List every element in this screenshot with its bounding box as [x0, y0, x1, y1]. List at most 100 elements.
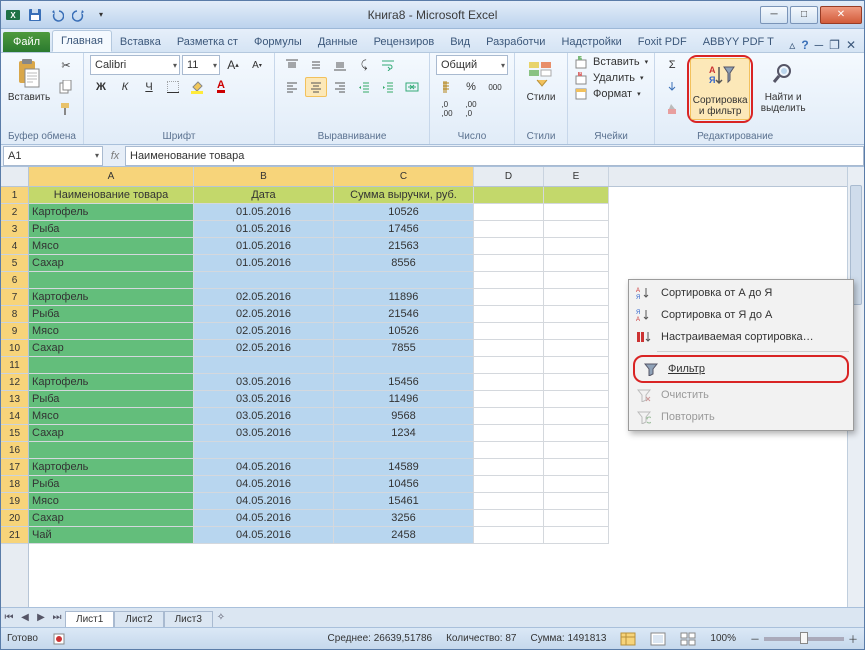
font-size-combo[interactable]: 11: [182, 55, 220, 75]
decrease-decimal-icon[interactable]: ,00,0: [460, 99, 482, 119]
cell[interactable]: 04.05.2016: [194, 459, 334, 476]
minimize-button[interactable]: ─: [760, 6, 788, 24]
cell[interactable]: [544, 408, 609, 425]
cell[interactable]: 02.05.2016: [194, 289, 334, 306]
cell[interactable]: [194, 442, 334, 459]
header-cell[interactable]: Дата: [194, 187, 334, 204]
tab-foxit[interactable]: Foxit PDF: [630, 32, 695, 52]
cell[interactable]: 11896: [334, 289, 474, 306]
align-right-icon[interactable]: [329, 77, 351, 97]
cell[interactable]: [544, 374, 609, 391]
cell[interactable]: [474, 442, 544, 459]
formula-input[interactable]: Наименование товара: [125, 146, 864, 166]
cell[interactable]: 03.05.2016: [194, 374, 334, 391]
cell[interactable]: [474, 391, 544, 408]
cell[interactable]: Чай: [29, 527, 194, 544]
copy-icon[interactable]: [55, 77, 77, 97]
header-cell[interactable]: Наименование товара: [29, 187, 194, 204]
cell[interactable]: Картофель: [29, 204, 194, 221]
cell[interactable]: [544, 510, 609, 527]
tab-pagelayout[interactable]: Разметка ст: [169, 32, 246, 52]
cell[interactable]: [29, 357, 194, 374]
font-color-icon[interactable]: A: [210, 77, 232, 97]
cell[interactable]: [544, 340, 609, 357]
cell[interactable]: [474, 459, 544, 476]
tab-review[interactable]: Рецензиров: [366, 32, 443, 52]
cell[interactable]: Мясо: [29, 408, 194, 425]
cells-format-button[interactable]: Формат▾: [574, 87, 641, 101]
macro-record-icon[interactable]: [52, 632, 66, 646]
tab-nav-last[interactable]: ⏭: [49, 612, 65, 623]
col-A[interactable]: A: [29, 167, 194, 186]
cell[interactable]: [474, 357, 544, 374]
cell[interactable]: Мясо: [29, 493, 194, 510]
increase-indent-icon[interactable]: [377, 77, 399, 97]
orientation-icon[interactable]: ⤹: [353, 55, 375, 75]
row-header[interactable]: 17: [1, 459, 28, 476]
row-header[interactable]: 3: [1, 221, 28, 238]
undo-icon[interactable]: [47, 5, 67, 25]
number-format-combo[interactable]: Общий: [436, 55, 508, 75]
sheet-tab-2[interactable]: Лист2: [114, 611, 163, 627]
decrease-indent-icon[interactable]: [353, 77, 375, 97]
cell[interactable]: [334, 357, 474, 374]
menu-sort-az[interactable]: АЯ Сортировка от А до Я: [629, 282, 853, 304]
cell[interactable]: 01.05.2016: [194, 255, 334, 272]
cells-insert-button[interactable]: +Вставить▾: [574, 55, 648, 69]
cell[interactable]: [544, 357, 609, 374]
cell[interactable]: 21546: [334, 306, 474, 323]
doc-restore-icon[interactable]: ❐: [829, 38, 840, 52]
cell[interactable]: Рыба: [29, 221, 194, 238]
grow-font-icon[interactable]: A▴: [222, 55, 244, 75]
maximize-button[interactable]: □: [790, 6, 818, 24]
cell[interactable]: [474, 493, 544, 510]
row-header[interactable]: 16: [1, 442, 28, 459]
cell[interactable]: Картофель: [29, 459, 194, 476]
zoom-in-icon[interactable]: ＋: [848, 631, 858, 646]
cell[interactable]: Мясо: [29, 323, 194, 340]
tab-data[interactable]: Данные: [310, 32, 366, 52]
row-header[interactable]: 14: [1, 408, 28, 425]
tab-home[interactable]: Главная: [52, 30, 112, 52]
file-tab[interactable]: Файл: [3, 32, 50, 52]
cell[interactable]: [474, 323, 544, 340]
styles-button[interactable]: Стили: [521, 55, 561, 106]
cell[interactable]: 01.05.2016: [194, 238, 334, 255]
cell[interactable]: [474, 238, 544, 255]
cell[interactable]: 8556: [334, 255, 474, 272]
find-select-button[interactable]: Найти и выделить: [757, 55, 809, 117]
cell[interactable]: Сахар: [29, 510, 194, 527]
row-header[interactable]: 18: [1, 476, 28, 493]
row-header[interactable]: 2: [1, 204, 28, 221]
cell[interactable]: Сахар: [29, 425, 194, 442]
sheet-tab-1[interactable]: Лист1: [65, 611, 114, 627]
cell[interactable]: 9568: [334, 408, 474, 425]
close-button[interactable]: ✕: [820, 6, 862, 24]
row-header[interactable]: 21: [1, 527, 28, 544]
zoom-level[interactable]: 100%: [710, 633, 736, 644]
view-normal-icon[interactable]: [620, 632, 636, 646]
cell[interactable]: [474, 340, 544, 357]
cell[interactable]: 02.05.2016: [194, 340, 334, 357]
autosum-icon[interactable]: Σ: [661, 55, 683, 75]
underline-icon[interactable]: Ч: [138, 77, 160, 97]
row-header[interactable]: 1: [1, 187, 28, 204]
cell[interactable]: [474, 272, 544, 289]
menu-custom-sort[interactable]: Настраиваемая сортировка…: [629, 326, 853, 348]
cell[interactable]: [474, 221, 544, 238]
tab-view[interactable]: Вид: [442, 32, 478, 52]
tab-formulas[interactable]: Формулы: [246, 32, 310, 52]
bold-icon[interactable]: Ж: [90, 77, 112, 97]
row-header[interactable]: 4: [1, 238, 28, 255]
cell[interactable]: [544, 459, 609, 476]
cell[interactable]: [474, 476, 544, 493]
shrink-font-icon[interactable]: A▾: [246, 55, 268, 75]
paste-button[interactable]: Вставить: [7, 55, 51, 106]
view-layout-icon[interactable]: [650, 632, 666, 646]
cell[interactable]: 10456: [334, 476, 474, 493]
row-header[interactable]: 7: [1, 289, 28, 306]
cell[interactable]: [194, 272, 334, 289]
row-header[interactable]: 15: [1, 425, 28, 442]
header-cell[interactable]: Сумма выручки, руб.: [334, 187, 474, 204]
cell[interactable]: 11496: [334, 391, 474, 408]
